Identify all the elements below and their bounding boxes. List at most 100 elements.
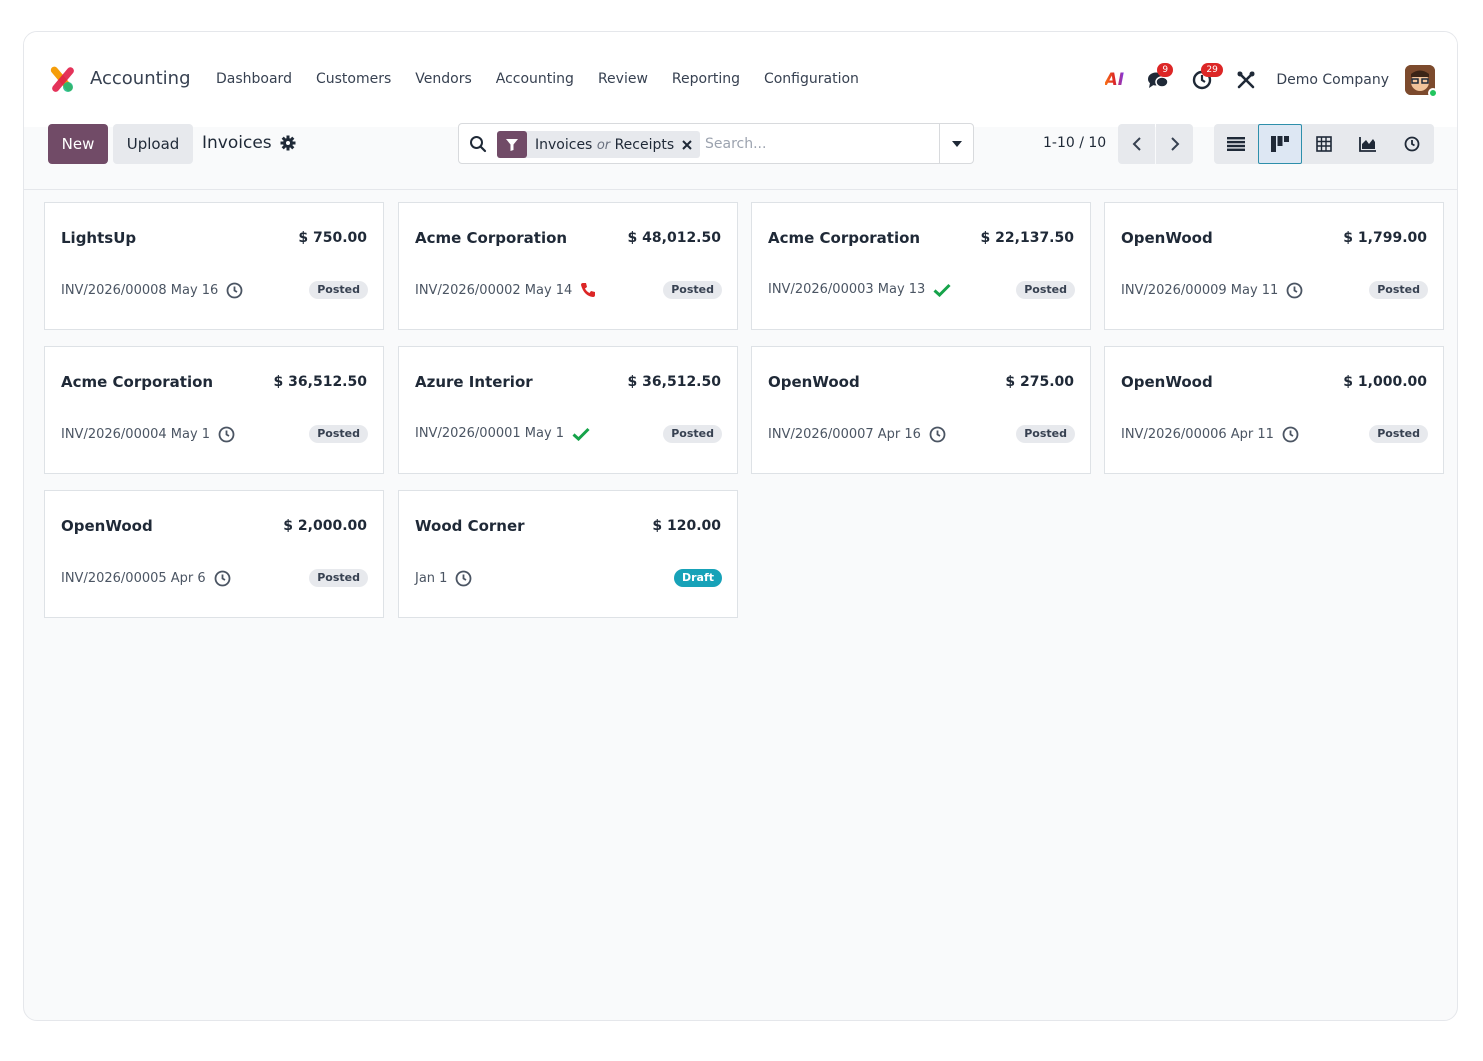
menu-customers[interactable]: Customers: [316, 71, 391, 87]
kanban-card[interactable]: LightsUp $ 750.00 INV/2026/00008 May 16 …: [44, 202, 384, 330]
card-amount: $ 275.00: [1005, 374, 1074, 390]
status-badge: Posted: [663, 281, 722, 299]
card-reference: INV/2026/00007 Apr 16: [768, 427, 921, 442]
gear-icon[interactable]: [280, 135, 296, 151]
facet-value-receipts: Receipts: [614, 136, 675, 153]
accounting-app-icon[interactable]: [48, 66, 76, 94]
facet-value-invoices: Invoices: [535, 136, 593, 153]
messages-button[interactable]: 9: [1140, 62, 1176, 98]
area-chart-icon: [1359, 137, 1376, 152]
status-badge: Draft: [673, 569, 722, 587]
pivot-view-button[interactable]: [1302, 124, 1346, 164]
card-reference: INV/2026/00009 May 11: [1121, 283, 1279, 298]
clock-icon[interactable]: [214, 570, 231, 587]
clock-icon: [1404, 136, 1420, 152]
card-partner: Wood Corner: [415, 517, 525, 535]
kanban-card[interactable]: Acme Corporation $ 22,137.50 INV/2026/00…: [751, 202, 1091, 330]
app-name[interactable]: Accounting: [90, 68, 191, 89]
clock-icon[interactable]: [1286, 282, 1303, 299]
new-button[interactable]: New: [48, 124, 108, 164]
kanban-card[interactable]: OpenWood $ 275.00 INV/2026/00007 Apr 16 …: [751, 346, 1091, 474]
top-navbar: Accounting Dashboard Customers Vendors A…: [24, 32, 1457, 164]
status-badge: Posted: [309, 425, 368, 443]
card-amount: $ 1,799.00: [1343, 230, 1427, 246]
search-icon[interactable]: [469, 135, 487, 153]
card-reference: INV/2026/00003 May 13: [768, 282, 926, 297]
card-amount: $ 2,000.00: [283, 518, 367, 534]
close-icon: [682, 139, 692, 150]
card-reference: INV/2026/00005 Apr 6: [61, 571, 206, 586]
pager-previous-button[interactable]: [1118, 124, 1155, 164]
search-facet: Invoices or Receipts: [497, 131, 701, 158]
kanban-card[interactable]: OpenWood $ 2,000.00 INV/2026/00005 Apr 6…: [44, 490, 384, 618]
card-amount: $ 22,137.50: [980, 230, 1074, 246]
card-meta: INV/2026/00004 May 1: [61, 426, 235, 443]
card-partner: Acme Corporation: [415, 229, 568, 247]
kanban-card[interactable]: Wood Corner $ 120.00 Jan 1 Draft: [398, 490, 738, 618]
search-input[interactable]: [705, 134, 935, 154]
card-amount: $ 120.00: [652, 518, 721, 534]
chevron-right-icon: [1170, 137, 1179, 151]
card-amount: $ 36,512.50: [273, 374, 367, 390]
kanban-card[interactable]: OpenWood $ 1,000.00 INV/2026/00006 Apr 1…: [1104, 346, 1444, 474]
kanban-card[interactable]: Azure Interior $ 36,512.50 INV/2026/0000…: [398, 346, 738, 474]
remove-facet-button[interactable]: [682, 139, 700, 150]
card-reference: INV/2026/00001 May 1: [415, 426, 565, 441]
kanban-card[interactable]: Acme Corporation $ 48,012.50 INV/2026/00…: [398, 202, 738, 330]
status-badge: Posted: [309, 281, 368, 299]
search-options-toggle[interactable]: [939, 124, 973, 163]
card-partner: OpenWood: [1121, 229, 1213, 247]
card-meta: Jan 1: [415, 570, 472, 587]
debug-tools-button[interactable]: [1228, 62, 1264, 98]
clock-icon[interactable]: [1282, 426, 1299, 443]
check-icon[interactable]: [572, 427, 590, 441]
user-avatar[interactable]: [1405, 65, 1438, 98]
list-view-button[interactable]: [1214, 124, 1258, 164]
menu-reporting[interactable]: Reporting: [672, 71, 740, 87]
card-partner: OpenWood: [61, 517, 153, 535]
status-badge: Posted: [1016, 425, 1075, 443]
status-badge: Posted: [663, 425, 722, 443]
menu-review[interactable]: Review: [598, 71, 648, 87]
activity-view-button[interactable]: [1390, 124, 1434, 164]
card-meta: INV/2026/00006 Apr 11: [1121, 426, 1299, 443]
clock-icon[interactable]: [455, 570, 472, 587]
pager-next-button[interactable]: [1156, 124, 1193, 164]
menu-vendors[interactable]: Vendors: [415, 71, 471, 87]
ai-button[interactable]: AI: [1096, 62, 1132, 98]
tools-icon: [1237, 71, 1255, 89]
kanban-card[interactable]: Acme Corporation $ 36,512.50 INV/2026/00…: [44, 346, 384, 474]
clock-icon[interactable]: [218, 426, 235, 443]
header-divider: [24, 189, 1457, 190]
phone-icon[interactable]: [580, 282, 596, 298]
card-partner: LightsUp: [61, 229, 137, 247]
card-reference: INV/2026/00004 May 1: [61, 427, 211, 442]
clock-icon[interactable]: [226, 282, 243, 299]
pager-value[interactable]: 1-10 / 10: [1043, 135, 1106, 151]
menu-accounting[interactable]: Accounting: [496, 71, 574, 87]
facet-separator: or: [596, 137, 611, 153]
card-partner: Azure Interior: [415, 373, 533, 391]
graph-view-button[interactable]: [1346, 124, 1390, 164]
clock-icon[interactable]: [929, 426, 946, 443]
kanban-card[interactable]: OpenWood $ 1,799.00 INV/2026/00009 May 1…: [1104, 202, 1444, 330]
ai-icon: AI: [1104, 70, 1125, 90]
card-amount: $ 750.00: [298, 230, 367, 246]
online-status-dot: [1428, 88, 1438, 98]
filter-icon: [497, 131, 527, 158]
activities-button[interactable]: 29: [1184, 62, 1223, 98]
menu-configuration[interactable]: Configuration: [764, 71, 859, 87]
upload-button[interactable]: Upload: [113, 124, 193, 164]
card-partner: OpenWood: [1121, 373, 1213, 391]
list-icon: [1227, 137, 1245, 151]
company-switcher[interactable]: Demo Company: [1276, 72, 1389, 88]
menu-dashboard[interactable]: Dashboard: [216, 71, 292, 87]
card-reference: INV/2026/00008 May 16: [61, 283, 219, 298]
card-amount: $ 1,000.00: [1343, 374, 1427, 390]
card-reference: INV/2026/00006 Apr 11: [1121, 427, 1274, 442]
kanban-view-button[interactable]: [1258, 124, 1302, 164]
card-meta: INV/2026/00001 May 1: [415, 426, 590, 441]
card-meta: INV/2026/00005 Apr 6: [61, 570, 231, 587]
card-partner: OpenWood: [768, 373, 860, 391]
check-icon[interactable]: [933, 283, 951, 297]
